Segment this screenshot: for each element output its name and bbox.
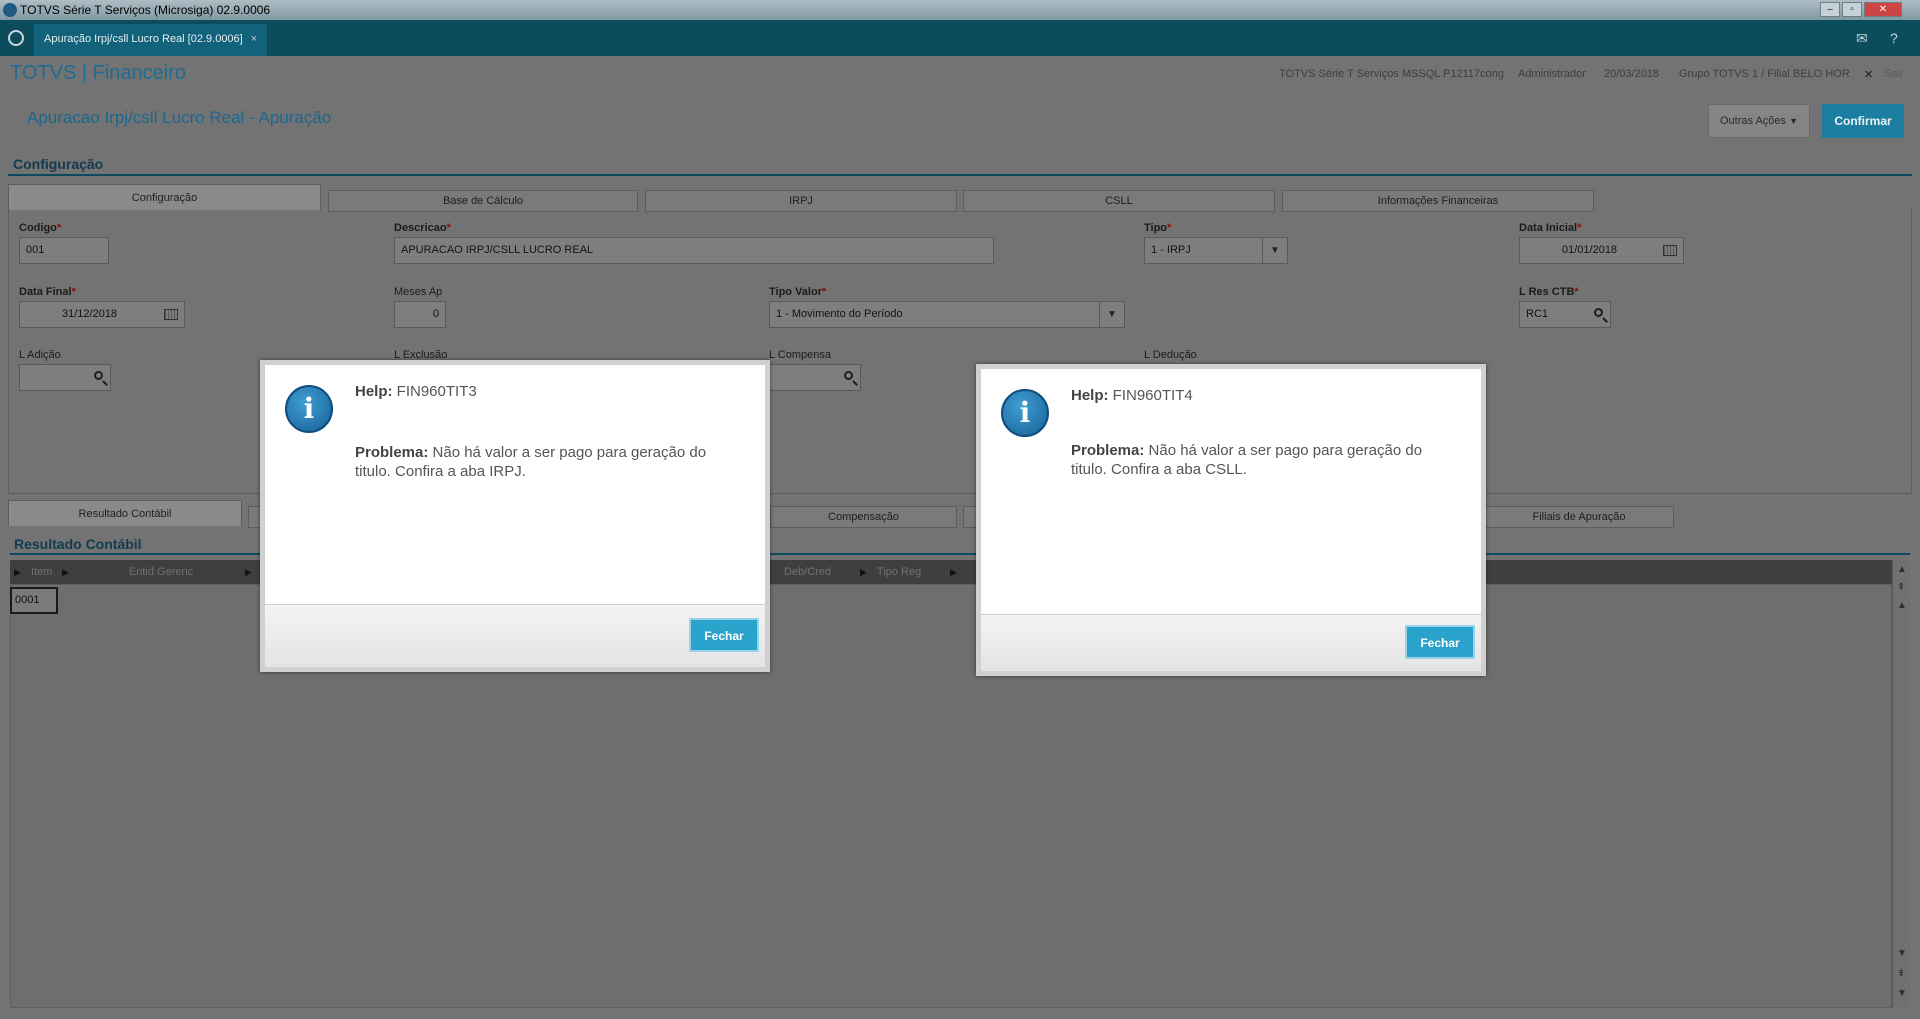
tipo-select[interactable]: 1 - IRPJ ▼ bbox=[1144, 237, 1288, 264]
exit-icon[interactable]: ✕ bbox=[1864, 68, 1873, 81]
config-section-title: Configuração bbox=[13, 156, 104, 172]
search-icon[interactable] bbox=[1594, 308, 1603, 317]
data-inicial-value: 01/01/2018 bbox=[1562, 244, 1618, 256]
confirmar-button[interactable]: Confirmar bbox=[1822, 104, 1904, 138]
l-adicao-label: L Adição bbox=[19, 349, 61, 361]
search-icon[interactable] bbox=[844, 371, 853, 380]
dialog-footer: Fechar bbox=[265, 604, 765, 667]
data-final-field[interactable]: 31/12/2018 bbox=[19, 301, 185, 328]
environment-info: TOTVS Série T Serviços MSSQL P12117cong bbox=[1279, 68, 1504, 80]
calendar-icon[interactable] bbox=[1663, 245, 1677, 256]
help-dialog-irpj: i Help: FIN960TIT3 Problema: Não há valo… bbox=[260, 360, 770, 672]
exit-link[interactable]: Sair bbox=[1884, 68, 1904, 80]
scroll-page-up-icon[interactable]: ⇞ bbox=[1897, 582, 1905, 593]
home-icon[interactable] bbox=[8, 30, 24, 46]
table-row[interactable]: 0001 bbox=[10, 587, 58, 614]
meses-ap-label: Meses Ap bbox=[394, 286, 443, 298]
current-date: 20/03/2018 bbox=[1604, 68, 1660, 80]
tipo-label: Tipo* bbox=[1144, 222, 1172, 234]
tab-resultado-contabil[interactable]: Resultado Contábil bbox=[8, 500, 242, 526]
scroll-page-down-icon[interactable]: ⇟ bbox=[1897, 968, 1905, 979]
tipo-value: 1 - IRPJ bbox=[1151, 244, 1191, 256]
scroll-bottom-icon[interactable]: ▼ bbox=[1897, 948, 1907, 959]
calendar-icon[interactable] bbox=[164, 309, 178, 320]
window-title-bar: TOTVS Série T Serviços (Microsiga) 02.9.… bbox=[0, 0, 1920, 20]
window-title: TOTVS Série T Serviços (Microsiga) 02.9.… bbox=[20, 3, 271, 17]
outras-acoes-button[interactable]: Outras Ações ▼ bbox=[1708, 104, 1810, 138]
problem-text: Problema: Não há valor a ser pago para g… bbox=[1071, 442, 1423, 478]
help-text: Help: FIN960TIT4 bbox=[1071, 387, 1193, 404]
codigo-label: Codigo* bbox=[19, 222, 62, 234]
chevron-down-icon[interactable]: ▼ bbox=[1262, 238, 1287, 263]
user-name: Administrador bbox=[1518, 68, 1586, 80]
l-res-ctb-value: RC1 bbox=[1526, 308, 1549, 320]
l-compensa-field[interactable] bbox=[769, 364, 861, 391]
section-divider bbox=[8, 174, 1912, 176]
brand-title: TOTVS | Financeiro bbox=[10, 62, 186, 84]
col-separator[interactable]: ▶ bbox=[950, 560, 967, 584]
scroll-up-icon[interactable]: ▲ bbox=[1897, 564, 1907, 575]
vertical-scrollbar[interactable]: ▲ ⇞ ▲ ▼ ⇟ ▼ bbox=[1892, 560, 1910, 1008]
data-inicial-field[interactable]: 01/01/2018 bbox=[1519, 237, 1684, 264]
result-section-title: Resultado Contábil bbox=[14, 536, 142, 552]
branch-info: Grupo TOTVS 1 / Filial BELO HOR bbox=[1679, 68, 1850, 80]
close-window-icon[interactable]: ✕ bbox=[1864, 2, 1902, 17]
data-final-label: Data Final* bbox=[19, 286, 76, 298]
problem-text: Problema: Não há valor a ser pago para g… bbox=[355, 444, 707, 480]
l-compensa-label: L Compensa bbox=[769, 349, 831, 361]
data-inicial-label: Data Inicial* bbox=[1519, 222, 1582, 234]
mail-icon[interactable]: ✉ bbox=[1856, 30, 1868, 47]
tab-label: Apuração Irpj/csll Lucro Real [02.9.0006… bbox=[44, 33, 243, 45]
meses-ap-field[interactable]: 0 bbox=[394, 301, 446, 328]
close-tab-icon[interactable]: × bbox=[251, 33, 257, 45]
scroll-top-icon[interactable]: ▲ bbox=[1897, 600, 1907, 611]
outras-acoes-label: Outras Ações bbox=[1719, 115, 1787, 127]
tab-apuracao[interactable]: Apuração Irpj/csll Lucro Real [02.9.0006… bbox=[34, 24, 268, 56]
l-adicao-field[interactable] bbox=[19, 364, 111, 391]
search-icon[interactable] bbox=[94, 371, 103, 380]
tab-filiais-apuracao[interactable]: Filiais de Apuração bbox=[1484, 506, 1674, 528]
info-icon: i bbox=[285, 385, 333, 433]
tipo-valor-label: Tipo Valor* bbox=[769, 286, 827, 298]
app-icon bbox=[3, 3, 17, 17]
l-deducao-label: L Dedução bbox=[1144, 349, 1197, 361]
maximize-icon[interactable]: ▫ bbox=[1842, 2, 1862, 17]
codigo-field[interactable]: 001 bbox=[19, 237, 109, 264]
app-tab-bar: Apuração Irpj/csll Lucro Real [02.9.0006… bbox=[0, 20, 1920, 56]
data-final-value: 31/12/2018 bbox=[62, 308, 118, 320]
l-res-ctb-label: L Res CTB* bbox=[1519, 286, 1579, 298]
l-res-ctb-field[interactable]: RC1 bbox=[1519, 301, 1611, 328]
chevron-down-icon[interactable]: ▼ bbox=[1099, 302, 1124, 327]
col-tipo-reg[interactable]: ▶ Tipo Reg bbox=[860, 560, 921, 584]
help-dialog-csll: i Help: FIN960TIT4 Problema: Não há valo… bbox=[976, 364, 1486, 676]
help-text: Help: FIN960TIT3 bbox=[355, 383, 477, 400]
col-item[interactable]: ▶ Item bbox=[14, 560, 52, 584]
dialog-footer: Fechar bbox=[981, 614, 1481, 671]
chevron-down-icon: ▼ bbox=[1789, 116, 1799, 126]
fechar-button[interactable]: Fechar bbox=[1405, 625, 1475, 659]
info-icon: i bbox=[1001, 389, 1049, 437]
tipo-valor-select[interactable]: 1 - Movimento do Período ▼ bbox=[769, 301, 1125, 328]
help-icon[interactable]: ? bbox=[1890, 30, 1898, 46]
tab-compensacao[interactable]: Compensação bbox=[770, 506, 957, 528]
tab-configuracao[interactable]: Configuração bbox=[8, 184, 321, 210]
descricao-label: Descricao* bbox=[394, 222, 451, 234]
tipo-valor-value: 1 - Movimento do Período bbox=[776, 308, 903, 320]
fechar-button[interactable]: Fechar bbox=[689, 618, 759, 652]
page-title: Apuracao Irpj/csll Lucro Real - Apuração bbox=[27, 108, 332, 127]
col-entid-gerenc[interactable]: ▶ Entid Gerenc bbox=[62, 560, 193, 584]
descricao-field[interactable]: APURACAO IRPJ/CSLL LUCRO REAL bbox=[394, 237, 994, 264]
col-deb-cred[interactable]: Deb/Cred bbox=[784, 560, 831, 584]
scroll-down-icon[interactable]: ▼ bbox=[1897, 988, 1907, 999]
minimize-icon[interactable]: – bbox=[1820, 2, 1840, 17]
